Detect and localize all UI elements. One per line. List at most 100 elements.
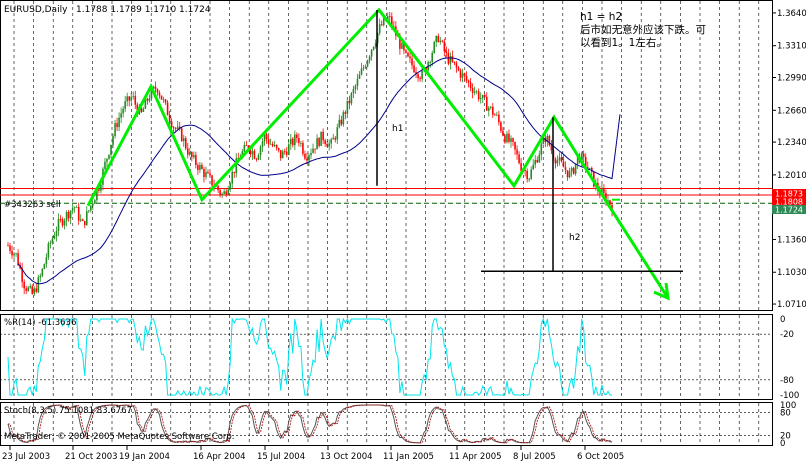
candle-body xyxy=(85,211,88,226)
candle-body xyxy=(479,98,482,100)
candle-body xyxy=(380,24,383,26)
price-tick-label: 1.1030 xyxy=(777,268,806,278)
candle-body xyxy=(73,207,76,209)
candle-body xyxy=(162,99,165,101)
candle-body xyxy=(49,242,52,244)
time-tick-label: 15 Jul 2004 xyxy=(257,452,305,461)
time-tick-label: 23 Jul 2003 xyxy=(2,452,50,461)
candle-body xyxy=(98,189,100,191)
candle-body xyxy=(53,236,56,239)
candle-body xyxy=(304,153,306,159)
candle-body xyxy=(487,107,490,111)
candle-body xyxy=(126,96,128,102)
candle-body xyxy=(79,219,82,221)
candle-body xyxy=(512,138,514,142)
price-tick-label: 1.2660 xyxy=(777,106,806,116)
time-tick-label: 11 Apr 2005 xyxy=(449,452,502,461)
candle-body xyxy=(421,70,423,80)
time-tick-label: 19 Jan 2004 xyxy=(119,452,170,461)
candle-body xyxy=(75,206,78,208)
note-line-2: 后市如无意外应该下跌。可 xyxy=(580,23,706,36)
price-tick-label: 1.3640 xyxy=(777,9,806,19)
candle-body xyxy=(413,65,415,73)
candle-body xyxy=(467,80,470,83)
stoch-tick-label: 0 xyxy=(780,439,785,449)
candle-body xyxy=(336,127,339,140)
candle-body xyxy=(37,277,40,292)
candle-body xyxy=(217,185,219,191)
candle-body xyxy=(29,286,32,288)
candle-body xyxy=(193,155,195,158)
candle-body xyxy=(318,138,320,146)
candle-body xyxy=(494,114,496,116)
candle-body xyxy=(88,210,90,212)
candle-body xyxy=(342,112,345,125)
candle-body xyxy=(211,175,213,186)
candle-body xyxy=(588,168,591,169)
note-line-1: h1 = h2 xyxy=(580,11,622,23)
candle-body xyxy=(170,121,173,128)
candle-body xyxy=(536,159,539,163)
candle-body xyxy=(374,42,377,47)
candle-body xyxy=(7,245,9,247)
candle-body xyxy=(407,52,409,57)
candle-body xyxy=(340,119,343,125)
candle-body xyxy=(469,82,472,89)
candle-body xyxy=(463,73,466,76)
candle-body xyxy=(261,141,264,147)
candle-body xyxy=(189,152,191,155)
candle-body xyxy=(164,99,167,103)
wpr-label: %R(14) -61.3636 xyxy=(4,318,76,328)
candle-body xyxy=(35,288,38,292)
candle-body xyxy=(273,144,276,146)
time-tick-label: 8 Jul 2005 xyxy=(513,452,556,461)
candle-body xyxy=(184,138,187,149)
price-tick-label: 1.0710 xyxy=(777,300,806,310)
candle-body xyxy=(560,157,563,162)
candle-body xyxy=(481,94,484,99)
candle-body xyxy=(148,98,151,101)
candle-body xyxy=(110,144,112,155)
candle-body xyxy=(90,205,92,211)
candle-body xyxy=(441,40,444,42)
candle-body xyxy=(290,138,292,145)
candle-body xyxy=(314,148,316,150)
candle-body xyxy=(243,145,246,152)
candle-body xyxy=(61,219,64,226)
candle-body xyxy=(43,264,46,269)
time-tick-label: 16 Apr 2004 xyxy=(193,452,246,461)
candle-body xyxy=(158,92,161,96)
candle-body xyxy=(328,143,330,147)
candle-body xyxy=(55,231,58,237)
candle-body xyxy=(500,122,502,131)
candle-body xyxy=(572,168,575,174)
candle-body xyxy=(128,96,131,101)
candle-body xyxy=(108,154,110,159)
candle-body xyxy=(465,75,468,81)
candle-body xyxy=(294,134,296,146)
candle-body xyxy=(31,286,34,294)
candle-body xyxy=(279,150,282,159)
candle-body xyxy=(455,63,458,68)
candle-body xyxy=(116,123,118,128)
candle-body xyxy=(130,96,133,101)
candle-body xyxy=(437,35,440,42)
candle-body xyxy=(283,151,286,153)
candle-body xyxy=(287,144,290,155)
candle-body xyxy=(156,89,159,93)
candle-body xyxy=(63,220,66,226)
chart-title: EURUSD,Daily xyxy=(4,5,68,15)
candle-body xyxy=(538,154,541,163)
trading-chart[interactable]: 1.36401.33101.29901.26601.23401.20101.16… xyxy=(0,0,806,461)
candle-body xyxy=(445,51,448,54)
candle-body xyxy=(308,155,310,161)
candle-body xyxy=(419,78,421,80)
candle-body xyxy=(174,128,177,130)
stoch-label: Stoch(8,3,5) 75.1081 83.6767 xyxy=(4,406,132,416)
price-tick-label: 1.2340 xyxy=(777,138,806,148)
candle-body xyxy=(300,143,302,144)
candle-body xyxy=(15,253,17,255)
candle-body xyxy=(449,56,452,64)
candle-body xyxy=(182,138,185,142)
candle-body xyxy=(292,138,294,146)
